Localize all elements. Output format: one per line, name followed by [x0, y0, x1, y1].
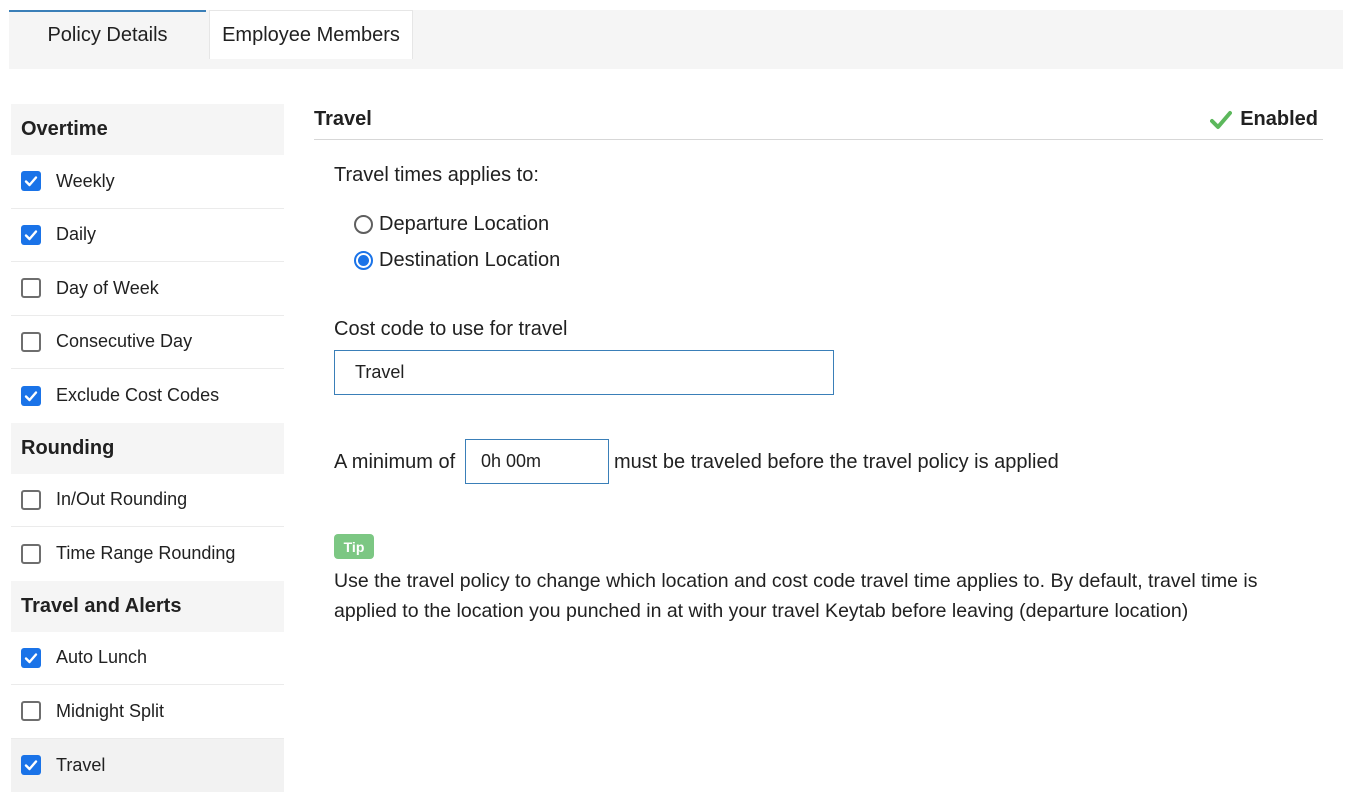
page-title: Travel — [314, 108, 372, 130]
tab-policy-details[interactable]: Policy Details — [9, 10, 206, 59]
sidebar-item-in-out-rounding[interactable]: In/Out Rounding — [11, 473, 284, 527]
radio-label: Destination Location — [379, 249, 561, 271]
sidebar-item-auto-lunch[interactable]: Auto Lunch — [11, 631, 284, 685]
sidebar-item-weekly[interactable]: Weekly — [11, 155, 284, 209]
sidebar-item-time-range-rounding[interactable]: Time Range Rounding — [11, 527, 284, 581]
sidebar-item-daily[interactable]: Daily — [11, 208, 284, 262]
checkbox[interactable] — [21, 224, 41, 245]
minimum-prefix-label: A minimum of — [334, 451, 456, 473]
sidebar-item-label: Daily — [56, 224, 97, 245]
cost-code-label: Cost code to use for travel — [334, 318, 568, 340]
sidebar-item-label: Exclude Cost Codes — [56, 385, 220, 406]
checkbox[interactable] — [21, 543, 41, 564]
tab-employee-members[interactable]: Employee Members — [209, 10, 413, 59]
sidebar-item-label: Auto Lunch — [56, 647, 148, 668]
tip-text: Use the travel policy to change which lo… — [334, 570, 1258, 622]
sidebar-item-label: Midnight Split — [56, 700, 165, 721]
radio-departure-location[interactable]: Departure Location — [354, 213, 549, 236]
status-label: Enabled — [1240, 108, 1318, 130]
checkbox[interactable] — [21, 278, 41, 299]
policy-sidebar: Overtime Weekly Daily Day of Week Consec… — [11, 104, 284, 792]
sidebar-item-label: Consecutive Day — [56, 331, 193, 352]
status-enabled: Enabled — [1210, 108, 1318, 131]
radio-destination-location[interactable]: Destination Location — [354, 249, 560, 272]
section-header-rounding: Rounding — [11, 422, 284, 474]
sidebar-item-label: In/Out Rounding — [56, 489, 188, 510]
sidebar-item-exclude-cost-codes[interactable]: Exclude Cost Codes — [11, 369, 284, 423]
radio-button[interactable] — [354, 251, 373, 270]
applies-to-label: Travel times applies to: — [334, 164, 539, 186]
minimum-duration-input[interactable] — [465, 439, 609, 484]
sidebar-item-travel[interactable]: Travel — [11, 738, 284, 792]
minimum-suffix-label: must be traveled before the travel polic… — [614, 451, 1059, 473]
policy-header: Travel Enabled — [314, 104, 1323, 140]
section-header-overtime: Overtime — [11, 104, 284, 155]
checkbox[interactable] — [21, 647, 41, 668]
sidebar-item-consecutive-day[interactable]: Consecutive Day — [11, 315, 284, 369]
section-header-travel-alerts: Travel and Alerts — [11, 580, 284, 632]
tab-bar: Policy Details Employee Members — [9, 10, 1343, 69]
radio-label: Departure Location — [379, 213, 550, 235]
checkbox[interactable] — [21, 489, 41, 510]
checkbox[interactable] — [21, 171, 41, 192]
tab-label: Policy Details — [47, 24, 168, 46]
sidebar-item-day-of-week[interactable]: Day of Week — [11, 262, 284, 316]
sidebar-item-label: Day of Week — [56, 277, 159, 298]
sidebar-item-label: Time Range Rounding — [56, 543, 236, 564]
sidebar-item-label: Travel — [56, 754, 106, 775]
checkbox[interactable] — [21, 385, 41, 406]
checkbox[interactable] — [21, 331, 41, 352]
tab-label: Employee Members — [222, 23, 400, 46]
sidebar-item-label: Weekly — [56, 170, 115, 191]
checkmark-icon — [1210, 110, 1233, 129]
radio-button[interactable] — [354, 215, 373, 234]
tip-badge: Tip — [334, 534, 374, 559]
sidebar-item-midnight-split[interactable]: Midnight Split — [11, 685, 284, 739]
checkbox[interactable] — [21, 701, 41, 722]
checkbox[interactable] — [21, 755, 41, 776]
cost-code-input[interactable] — [334, 350, 834, 395]
